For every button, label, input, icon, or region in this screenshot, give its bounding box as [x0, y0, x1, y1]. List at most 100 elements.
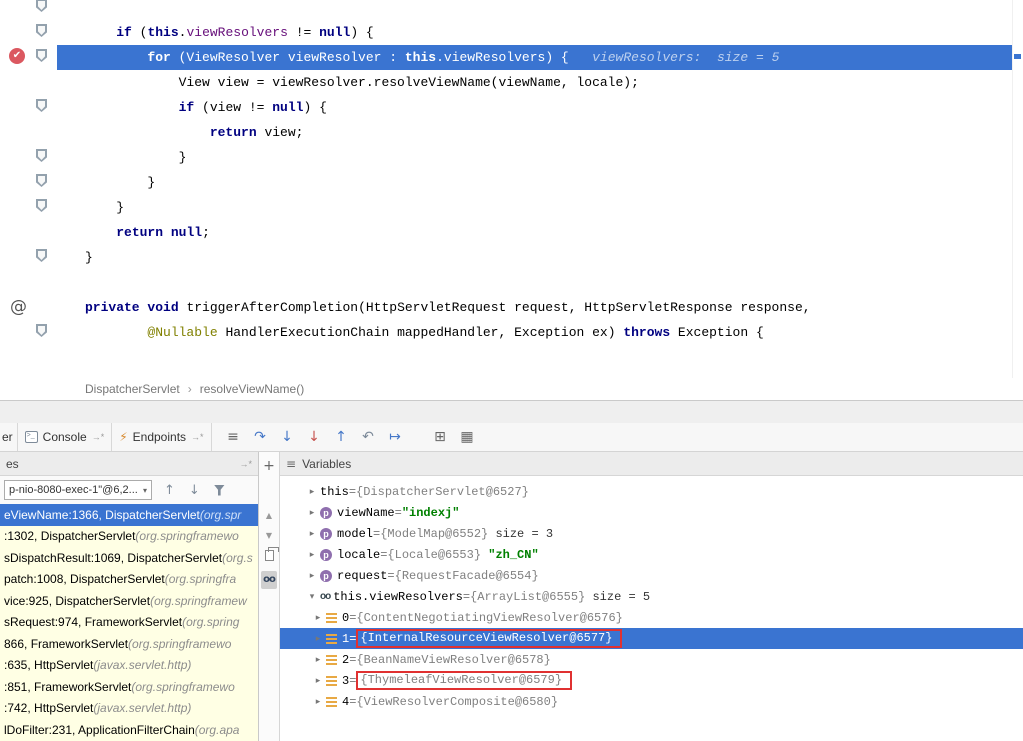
value-part: {InternalResourceViewResolver@6577} — [360, 631, 612, 645]
frame-location: :851, FrameworkServlet — [4, 680, 131, 694]
tab-endpoints[interactable]: ⚡ Endpoints →* — [112, 423, 211, 451]
thread-name: p-nio-8080-exec-1"@6,2... — [9, 484, 138, 496]
equals-sign: = — [349, 674, 356, 688]
debug-toolwindow-header — [0, 400, 1023, 423]
variable-row[interactable]: ▸plocale = {Locale@6553} "zh_CN" — [280, 544, 1023, 565]
variable-row[interactable]: ▸this = {DispatcherServlet@6527} — [280, 481, 1023, 502]
frame-package: (javax.servlet.http) — [93, 658, 191, 672]
restore-layout-icon[interactable]: ≡ — [220, 429, 247, 445]
move-watch-up-icon[interactable]: ▲ — [266, 508, 272, 524]
variable-row[interactable]: ▸1 = {InternalResourceViewResolver@6577} — [280, 628, 1023, 649]
step-into-icon[interactable]: ↓ — [274, 429, 301, 445]
chevron-down-icon[interactable]: ▾ — [304, 592, 320, 602]
variables-panel: ≡ Variables ▸this = {DispatcherServlet@6… — [280, 452, 1023, 741]
variable-value: {DispatcherServlet@6527} — [356, 485, 529, 499]
value-part: {BeanNameViewResolver@6578} — [356, 653, 550, 667]
endpoints-icon: ⚡ — [119, 430, 127, 444]
layout-settings-icon[interactable]: ▦ — [454, 429, 481, 445]
chevron-right-icon[interactable]: ▸ — [304, 508, 320, 518]
variable-row[interactable]: ▸prequest = {RequestFacade@6554} — [280, 565, 1023, 586]
frame-row[interactable]: :635, HttpServlet (javax.servlet.http) — [0, 655, 258, 677]
chevron-right-icon[interactable]: ▸ — [304, 487, 320, 497]
equals-sign: = — [395, 506, 402, 520]
variable-row[interactable]: ▾oothis.viewResolvers = {ArrayList@6555}… — [280, 586, 1023, 607]
debug-toolbar: er Console →* ⚡ Endpoints →* ≡↷↓↓↑↶↦⊞▦ — [0, 423, 1023, 452]
variable-row[interactable]: ▸pmodel = {ModelMap@6552} size = 3 — [280, 523, 1023, 544]
frame-row[interactable]: lDoFilter:231, ApplicationFilterChain (o… — [0, 719, 258, 741]
frame-package: (javax.servlet.http) — [93, 701, 191, 715]
copy-watch-icon[interactable] — [265, 550, 274, 561]
chevron-right-icon[interactable]: ▸ — [310, 655, 326, 665]
frame-row[interactable]: patch:1008, DispatcherServlet (org.sprin… — [0, 569, 258, 591]
variable-row[interactable]: ▸4 = {ViewResolverComposite@6580} — [280, 691, 1023, 712]
frame-row[interactable]: :742, HttpServlet (javax.servlet.http) — [0, 698, 258, 720]
thread-selector[interactable]: p-nio-8080-exec-1"@6,2... ▾ — [4, 480, 152, 500]
value-part: {ModelMap@6552} — [380, 527, 488, 541]
thread-row: p-nio-8080-exec-1"@6,2... ▾ ↑ ↓ — [0, 476, 258, 504]
frame-row[interactable]: :1302, DispatcherServlet (org.springfram… — [0, 526, 258, 548]
step-out-icon[interactable]: ↑ — [328, 429, 355, 445]
frame-row[interactable]: sRequest:974, FrameworkServlet (org.spri… — [0, 612, 258, 634]
frame-down-icon[interactable]: ↓ — [189, 483, 200, 498]
watches-toolbar: + ▲ ▼ oo — [259, 452, 280, 741]
chevron-right-icon[interactable]: ▸ — [310, 613, 326, 623]
tab-console[interactable]: Console →* — [18, 423, 113, 451]
variable-row[interactable]: ▸3 = {ThymeleafViewResolver@6579} — [280, 670, 1023, 691]
variable-value: {BeanNameViewResolver@6578} — [356, 653, 550, 667]
frame-package: (org.s — [222, 551, 253, 565]
chevron-right-icon[interactable]: ▸ — [310, 676, 326, 686]
frame-location: 866, FrameworkServlet — [4, 637, 128, 651]
scrollbar-current-line-marker[interactable] — [1014, 54, 1021, 59]
variable-value: {ViewResolverComposite@6580} — [356, 695, 558, 709]
variables-menu-icon[interactable]: ≡ — [286, 457, 296, 471]
frame-row[interactable]: sDispatchResult:1069, DispatcherServlet … — [0, 547, 258, 569]
breadcrumb-method[interactable]: resolveViewName() — [200, 382, 304, 396]
variable-value: {RequestFacade@6554} — [395, 569, 539, 583]
variable-row[interactable]: ▸0 = {ContentNegotiatingViewResolver@657… — [280, 607, 1023, 628]
editor-scrollbar[interactable] — [1012, 0, 1023, 378]
value-part: {DispatcherServlet@6527} — [356, 485, 529, 499]
code-line: } — [0, 195, 1012, 220]
chevron-right-icon[interactable]: ▸ — [310, 697, 326, 707]
force-step-into-icon[interactable]: ↓ — [301, 429, 328, 445]
parameter-icon: p — [320, 549, 332, 561]
array-element-icon — [326, 655, 337, 665]
breadcrumb-class[interactable]: DispatcherServlet — [85, 382, 180, 396]
code-line: return view; — [0, 120, 1012, 145]
variable-row[interactable]: ▸2 = {BeanNameViewResolver@6578} — [280, 649, 1023, 670]
frame-row[interactable]: eViewName:1366, DispatcherServlet (org.s… — [0, 504, 258, 526]
chevron-right-icon[interactable]: ▸ — [304, 529, 320, 539]
code-line: } — [0, 145, 1012, 170]
panel-options-icon[interactable]: →* — [239, 459, 252, 469]
step-over-icon[interactable]: ↷ — [247, 429, 274, 445]
variable-value: {ModelMap@6552} size = 3 — [380, 527, 553, 541]
chevron-right-icon[interactable]: ▸ — [304, 550, 320, 560]
add-watch-icon[interactable]: + — [263, 458, 275, 474]
chevron-right-icon[interactable]: ▸ — [310, 634, 326, 644]
variable-value: {Locale@6553} "zh_CN" — [387, 548, 538, 562]
array-element-icon — [326, 676, 337, 686]
variable-row[interactable]: ▸pviewName = "indexj" — [280, 502, 1023, 523]
filter-frames-icon[interactable] — [214, 485, 225, 496]
code-area: if (this.viewResolvers != null) { for (V… — [0, 20, 1012, 345]
code-line: private void triggerAfterCompletion(Http… — [0, 295, 1012, 320]
equals-sign: = — [463, 590, 470, 604]
frame-row[interactable]: vice:925, DispatcherServlet (org.springf… — [0, 590, 258, 612]
frame-row[interactable]: 866, FrameworkServlet (org.springframewo — [0, 633, 258, 655]
frame-row[interactable]: :851, FrameworkServlet (org.springframew… — [0, 676, 258, 698]
code-editor[interactable]: ✔@ if (this.viewResolvers != null) { for… — [0, 0, 1023, 378]
parameter-icon: p — [320, 570, 332, 582]
table-view-icon[interactable]: ⊞ — [427, 429, 454, 445]
variable-name: 3 — [342, 674, 349, 688]
drop-frame-icon[interactable]: ↶ — [355, 429, 382, 445]
frame-up-icon[interactable]: ↑ — [164, 483, 175, 498]
show-watches-icon[interactable]: oo — [261, 571, 277, 589]
chevron-right-icon[interactable]: ▸ — [304, 571, 320, 581]
parameter-icon: p — [320, 507, 332, 519]
bookmark-icon[interactable] — [36, 0, 47, 12]
tab-debugger-partial[interactable]: er — [0, 423, 18, 451]
frame-location: lDoFilter:231, ApplicationFilterChain — [4, 723, 195, 737]
move-watch-down-icon[interactable]: ▼ — [266, 528, 272, 544]
debug-step-buttons: ≡↷↓↓↑↶↦⊞▦ — [220, 423, 481, 451]
run-to-cursor-icon[interactable]: ↦ — [382, 429, 409, 445]
